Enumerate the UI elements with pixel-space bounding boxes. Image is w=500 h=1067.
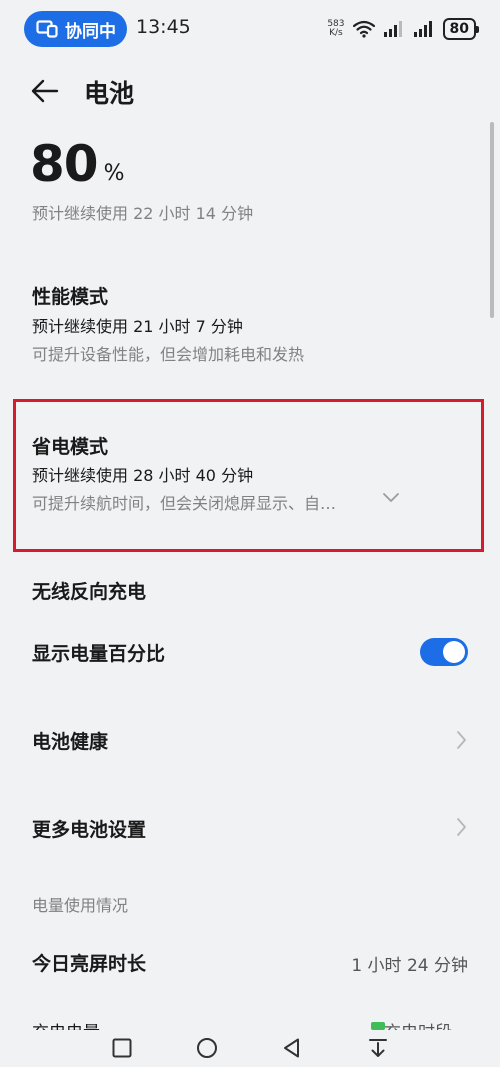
performance-mode-estimate: 预计继续使用 21 小时 7 分钟 xyxy=(32,317,243,336)
signal-icon xyxy=(383,21,402,37)
chevron-right-icon[interactable] xyxy=(454,816,468,838)
status-bar: 协同中 13:45 583 K/s 80 xyxy=(0,0,500,56)
battery-indicator: 80 xyxy=(442,18,480,40)
recents-icon[interactable] xyxy=(110,1036,134,1060)
legend-dot-green xyxy=(371,1022,385,1030)
back-arrow-icon[interactable] xyxy=(30,76,60,106)
battery-health-item[interactable]: 电池健康 xyxy=(32,727,108,754)
remaining-time: 预计继续使用 22 小时 14 分钟 xyxy=(32,204,254,223)
performance-mode-description: 可提升设备性能，但会增加耗电和发热 xyxy=(32,345,305,364)
show-battery-percentage-toggle[interactable] xyxy=(420,638,468,666)
notification-pull-down-icon[interactable] xyxy=(366,1036,390,1060)
screen-on-time-value: 1 小时 24 分钟 xyxy=(351,956,468,976)
chevron-down-icon[interactable] xyxy=(381,490,401,504)
battery-percent-unit: % xyxy=(103,161,125,186)
show-battery-percentage-label: 显示电量百分比 xyxy=(32,643,166,665)
navigation-bar xyxy=(0,1030,500,1067)
partial-row-value: 充电时段 xyxy=(384,1018,452,1030)
partial-row-label: 充电电量 xyxy=(32,1018,100,1030)
status-time: 13:45 xyxy=(136,16,191,38)
power-saving-mode-estimate: 预计继续使用 28 小时 40 分钟 xyxy=(32,466,254,485)
page-header: 电池 xyxy=(0,68,500,112)
back-icon[interactable] xyxy=(280,1036,304,1060)
collaboration-label: 协同中 xyxy=(65,21,116,42)
battery-percent-value: 80 xyxy=(30,135,99,193)
scrollbar[interactable] xyxy=(490,122,494,318)
battery-percentage: 80 % xyxy=(30,136,125,192)
collaboration-pill[interactable]: 协同中 xyxy=(24,11,127,47)
page-title: 电池 xyxy=(84,79,135,108)
screen-on-time-label: 今日亮屏时长 xyxy=(32,953,147,975)
signal-icon-secondary xyxy=(413,21,432,37)
chevron-right-icon[interactable] xyxy=(454,729,468,751)
performance-mode-title: 性能模式 xyxy=(32,286,109,308)
usage-section-header: 电量使用情况 xyxy=(32,896,129,915)
network-speed: 583 K/s xyxy=(327,19,345,38)
power-saving-mode-description: 可提升续航时间，但会关闭熄屏显示、自… xyxy=(32,494,337,513)
home-icon[interactable] xyxy=(195,1036,219,1060)
more-battery-settings-item[interactable]: 更多电池设置 xyxy=(32,815,146,842)
reverse-wireless-charging-item[interactable]: 无线反向充电 xyxy=(32,577,146,604)
multi-device-icon xyxy=(36,20,58,38)
partial-row: 充电电量 充电时段 xyxy=(0,1018,500,1030)
power-saving-mode-title: 省电模式 xyxy=(32,436,109,458)
toggle-knob xyxy=(443,641,465,663)
wifi-icon xyxy=(352,20,375,38)
